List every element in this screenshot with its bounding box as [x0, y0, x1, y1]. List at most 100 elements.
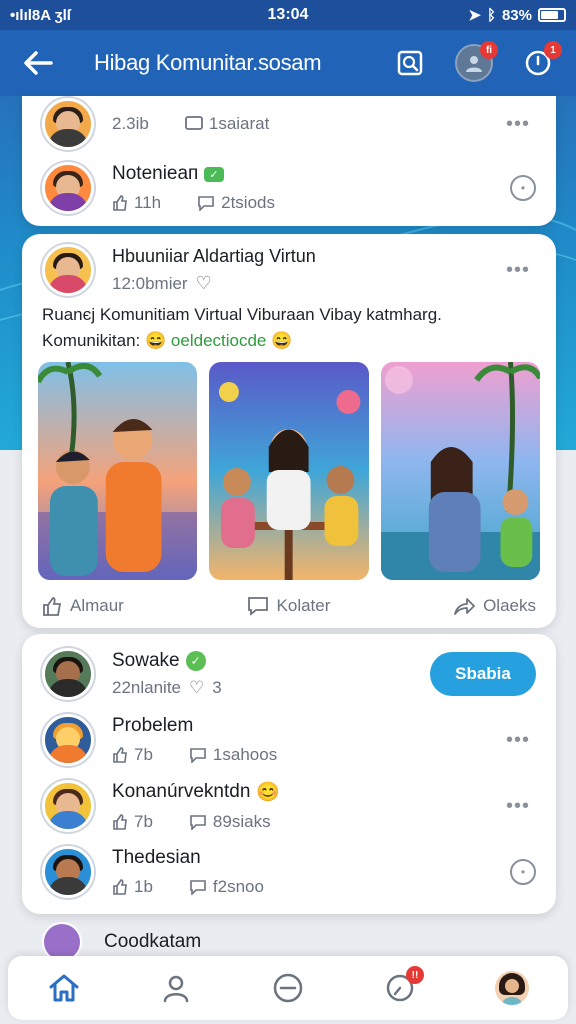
avatar[interactable] — [42, 244, 94, 296]
likes-count: 2.3ib — [112, 114, 149, 133]
more-options-button[interactable]: ••• — [500, 729, 536, 752]
user-icon — [466, 56, 482, 72]
arrow-left-icon — [24, 51, 53, 75]
user-name: Coodkatam — [104, 931, 202, 952]
post-actions: Almaur Kolater Olaeks — [42, 596, 536, 616]
suggestions-card: Sowake ✓ 22nlanite ♡ 3 Sbabia Probelem 7… — [22, 634, 556, 914]
user-icon — [163, 975, 189, 1003]
more-options-button[interactable]: ••• — [500, 259, 536, 282]
comments-count: 1saiarat — [184, 114, 269, 134]
likes-count: 11h — [112, 193, 161, 213]
user-name: Konanúrvekntdn — [112, 781, 251, 802]
user-name: Thedesian — [112, 847, 201, 868]
avatar — [42, 780, 94, 832]
comments-count: 1sahoos — [189, 745, 277, 765]
likes-count: 7b — [112, 812, 153, 832]
heart-icon: ♡ — [189, 678, 205, 697]
list-item[interactable]: Konanúrvekntdn 😊 7b 89siaks ••• — [42, 780, 536, 832]
post-card: Hbuuniiar Aldartiag Virtun 12:0bmier ♡ •… — [22, 234, 556, 628]
status-badge: ✓ — [204, 166, 224, 182]
back-button[interactable] — [18, 43, 58, 83]
list-item[interactable]: Probelem 7b 1sahoos ••• — [42, 714, 536, 766]
heart-icon[interactable]: ♡ — [196, 273, 212, 294]
home-icon — [49, 974, 79, 1002]
post-text: Ruanєj Komunitiam Virtual Viburaan Vibay… — [42, 305, 442, 350]
avatar — [42, 846, 94, 898]
comments-count: f2snoo — [189, 877, 264, 897]
list-item[interactable]: 2.3ib 1saiarat ••• — [42, 98, 536, 150]
post-image[interactable] — [380, 362, 540, 580]
likes-count: 7b — [112, 745, 153, 765]
profile-button[interactable]: fi — [454, 41, 498, 83]
status-time: 13:04 — [267, 6, 309, 23]
emoji-icon: 😄 — [271, 331, 293, 350]
post-author[interactable]: Hbuuniiar Aldartiag Virtun — [112, 246, 316, 267]
list-item[interactable]: Sowake ✓ 22nlanite ♡ 3 Sbabia — [42, 648, 536, 700]
notification-badge: fi — [480, 41, 498, 59]
options-button[interactable]: • — [510, 175, 536, 201]
comment-icon — [198, 196, 214, 211]
list-item[interactable]: Thedesian 1b f2snoo • — [42, 846, 536, 898]
avatar — [495, 971, 529, 1005]
notifications-button[interactable]: 1 — [518, 41, 562, 83]
like-button[interactable]: Almaur — [42, 596, 124, 616]
comment-icon — [190, 815, 206, 830]
avatar — [42, 714, 94, 766]
avatar — [42, 98, 94, 150]
reaction-count: 3 — [212, 678, 222, 697]
comment-button[interactable]: Kolater — [247, 596, 330, 616]
comment-icon — [190, 748, 206, 763]
share-button[interactable]: Olaeks — [453, 596, 536, 616]
more-options-button[interactable]: ••• — [500, 795, 536, 818]
user-name: Notenieaп — [112, 163, 199, 184]
share-icon — [454, 598, 475, 615]
nav-notifications[interactable]: !! — [376, 964, 424, 1012]
alert-badge: !! — [406, 966, 424, 984]
search-icon — [397, 50, 423, 76]
alert-badge: 1 — [544, 41, 562, 59]
status-bar: •ılıl8A ʒlſ 13:04 ➤ ᛒ 83% — [0, 0, 576, 30]
thumb-icon — [113, 879, 127, 895]
search-button[interactable] — [390, 43, 430, 83]
activity-card: 2.3ib 1saiarat ••• Notenieaп ✓ 11h 2tsio… — [22, 96, 556, 226]
bottom-navigation: !! — [8, 956, 568, 1020]
options-button[interactable]: • — [510, 859, 536, 885]
comments-count: 89siaks — [189, 812, 271, 832]
post-time: 12:0bmier — [112, 273, 188, 293]
plus-circle-icon — [273, 973, 303, 1003]
people-illustration — [219, 382, 361, 580]
post-image[interactable] — [38, 362, 198, 580]
thumb-icon — [113, 195, 127, 211]
app-header: Hibag Komunitar.sosam fi 1 — [0, 30, 576, 96]
nav-profile[interactable] — [152, 964, 200, 1012]
nav-home[interactable] — [40, 964, 88, 1012]
thumb-icon — [113, 747, 127, 763]
post-image[interactable] — [209, 362, 369, 580]
thumb-up-icon — [43, 597, 62, 616]
battery-icon — [538, 8, 566, 22]
verified-icon: ✓ — [185, 651, 206, 671]
avatar — [42, 648, 94, 700]
emoji-icon: 😊 — [256, 782, 281, 803]
thumb-icon — [113, 814, 127, 830]
user-name: Sowake — [112, 650, 180, 671]
comment-icon — [190, 880, 206, 895]
likes-count: 1b — [112, 877, 153, 897]
people-illustration — [380, 362, 540, 580]
nav-account[interactable] — [488, 964, 536, 1012]
post-time: 22nlanite — [112, 678, 182, 697]
more-options-button[interactable]: ••• — [500, 113, 536, 136]
post-header: Hbuuniiar Aldartiag Virtun 12:0bmier ♡ •… — [42, 244, 536, 296]
post-images — [38, 362, 540, 580]
user-name: Probelem — [112, 715, 194, 736]
nav-create[interactable] — [264, 964, 312, 1012]
list-item[interactable]: Notenieaп ✓ 11h 2tsiods • — [42, 162, 536, 214]
people-illustration — [38, 362, 198, 580]
hashtag-link[interactable]: oeldectiocde — [171, 331, 266, 350]
comment-icon — [247, 597, 268, 616]
follow-button[interactable]: Sbabia — [430, 652, 536, 696]
avatar — [42, 162, 94, 214]
comments-count: 2tsiods — [197, 193, 275, 213]
emoji-icon: 😄 — [145, 331, 167, 350]
comment-icon — [184, 116, 203, 130]
